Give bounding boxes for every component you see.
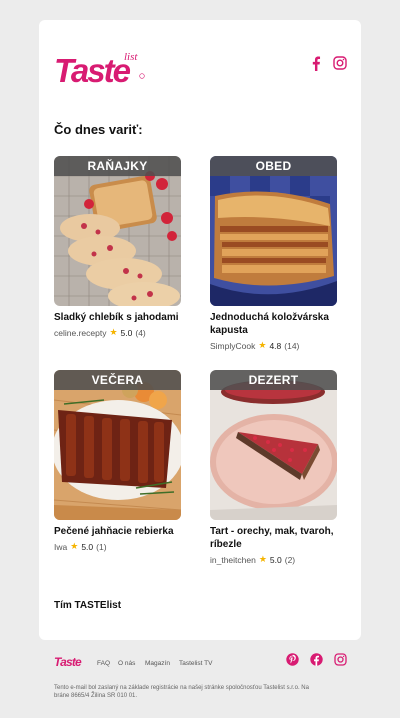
recipe-author: celine.recepty <box>54 327 107 338</box>
svg-text:list: list <box>124 51 138 63</box>
section-heading: Čo dnes variť: <box>54 122 143 137</box>
facebook-icon[interactable] <box>307 54 325 72</box>
recipe-meta: SimplyCook ★ 4.8 (14) <box>210 340 337 351</box>
footer-link-tv[interactable]: Tastelist TV <box>179 660 212 667</box>
star-icon: ★ <box>109 327 118 337</box>
recipe-card-dessert[interactable]: DEZERT Tart - orechy, mak, tvaroh, ríbez… <box>210 370 337 565</box>
star-icon: ★ <box>258 554 267 564</box>
recipe-rating: 4.8 <box>269 340 282 351</box>
recipe-photo[interactable]: VEČERA <box>54 370 181 520</box>
recipe-review-count: (1) <box>96 541 107 552</box>
footer-link-magazine[interactable]: Magazín <box>145 660 170 667</box>
recipe-meta: in_theitchen ★ 5.0 (2) <box>210 554 337 565</box>
category-badge: DEZERT <box>210 370 337 390</box>
recipe-title[interactable]: Pečené jahňacie rebierka <box>54 525 181 538</box>
recipe-author: SimplyCook <box>210 340 256 351</box>
recipe-meta: celine.recepty ★ 5.0 (4) <box>54 327 181 338</box>
recipe-title[interactable]: Tart - orechy, mak, tvaroh, ríbezle <box>210 525 337 551</box>
recipe-photo[interactable]: RAŇAJKY <box>54 156 181 306</box>
recipe-rating: 5.0 <box>269 554 282 565</box>
facebook-icon[interactable] <box>310 653 323 666</box>
tastelist-logo[interactable]: Taste list <box>54 49 146 89</box>
recipe-review-count: (2) <box>284 554 296 565</box>
recipe-author: Iwa <box>54 541 68 552</box>
recipe-meta: Iwa ★ 5.0 (1) <box>54 541 181 552</box>
recipe-author: in_theitchen <box>210 554 256 565</box>
newsletter-card: Taste list Čo dnes variť: RAŇAJKY Sladký… <box>39 20 361 640</box>
recipe-photo[interactable]: DEZERT <box>210 370 337 520</box>
legal-text: Tento e-mail bol zaslaný na základe regi… <box>54 685 309 699</box>
footer-link-about[interactable]: O nás <box>118 660 135 667</box>
recipe-rating: 5.0 <box>81 541 94 552</box>
recipe-review-count: (4) <box>135 327 146 338</box>
instagram-icon[interactable] <box>331 54 349 72</box>
recipe-card-dinner[interactable]: VEČERA Pečené jahňacie rebierka Iwa ★ 5.… <box>54 370 181 552</box>
svg-text:Taste: Taste <box>54 655 82 668</box>
star-icon: ★ <box>258 340 267 350</box>
recipe-card-lunch[interactable]: OBED Jednoduchá koložvárska kapusta Simp… <box>210 156 337 351</box>
signoff: Tím TASTElist <box>54 600 122 611</box>
star-icon: ★ <box>70 541 79 551</box>
recipe-title[interactable]: Jednoduchá koložvárska kapusta <box>210 311 337 337</box>
recipe-title[interactable]: Sladký chlebík s jahodami <box>54 311 181 324</box>
svg-text:Taste: Taste <box>54 52 131 87</box>
instagram-icon[interactable] <box>334 653 347 666</box>
recipe-card-breakfast[interactable]: RAŇAJKY Sladký chlebík s jahodami celine… <box>54 156 181 338</box>
footer-logo[interactable]: Taste <box>54 654 86 669</box>
category-badge: OBED <box>210 156 337 176</box>
footer-link-faq[interactable]: FAQ <box>97 660 110 667</box>
category-badge: RAŇAJKY <box>54 156 181 176</box>
recipe-review-count: (14) <box>284 340 300 351</box>
recipe-photo[interactable]: OBED <box>210 156 337 306</box>
category-badge: VEČERA <box>54 370 181 390</box>
recipe-rating: 5.0 <box>120 327 133 338</box>
pinterest-icon[interactable] <box>286 653 299 666</box>
